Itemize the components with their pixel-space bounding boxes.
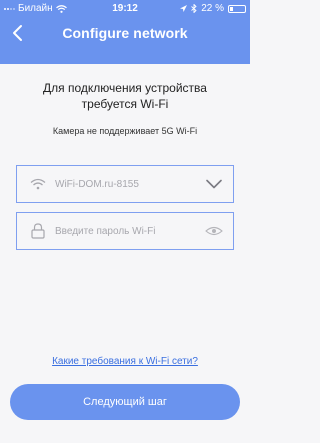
wifi-network-select[interactable]: WiFi-DOM.ru-8155 xyxy=(16,165,234,203)
navigation-bar: Configure network xyxy=(0,18,250,50)
status-bar: Билайн 19:12 22 % xyxy=(0,0,250,18)
battery-percent: 22 % xyxy=(201,3,224,14)
header-bar: Билайн 19:12 22 % Configure network xyxy=(0,0,250,64)
wifi-requirements-link[interactable]: Какие требования к Wi-Fi сети? xyxy=(0,356,250,367)
lock-icon xyxy=(27,223,49,239)
status-right: 22 % xyxy=(180,3,246,14)
page-title: Configure network xyxy=(62,25,188,41)
password-placeholder: Введите пароль Wi-Fi xyxy=(55,225,156,237)
bluetooth-icon xyxy=(191,4,197,13)
chevron-down-icon[interactable] xyxy=(203,176,225,192)
wifi-network-value: WiFi-DOM.ru-8155 xyxy=(55,178,139,190)
location-icon xyxy=(180,4,188,12)
instruction-heading: Для подключения устройства требуется Wi-… xyxy=(43,81,207,111)
next-step-label: Следующий шаг xyxy=(83,396,167,408)
wifi-icon xyxy=(27,176,49,192)
next-step-button[interactable]: Следующий шаг xyxy=(10,384,240,420)
wifi-password-field[interactable]: Введите пароль Wi-Fi xyxy=(16,212,234,250)
instruction-note: Камера не поддерживает 5G Wi-Fi xyxy=(52,126,198,136)
eye-icon[interactable] xyxy=(203,223,225,239)
battery-icon xyxy=(228,4,246,13)
